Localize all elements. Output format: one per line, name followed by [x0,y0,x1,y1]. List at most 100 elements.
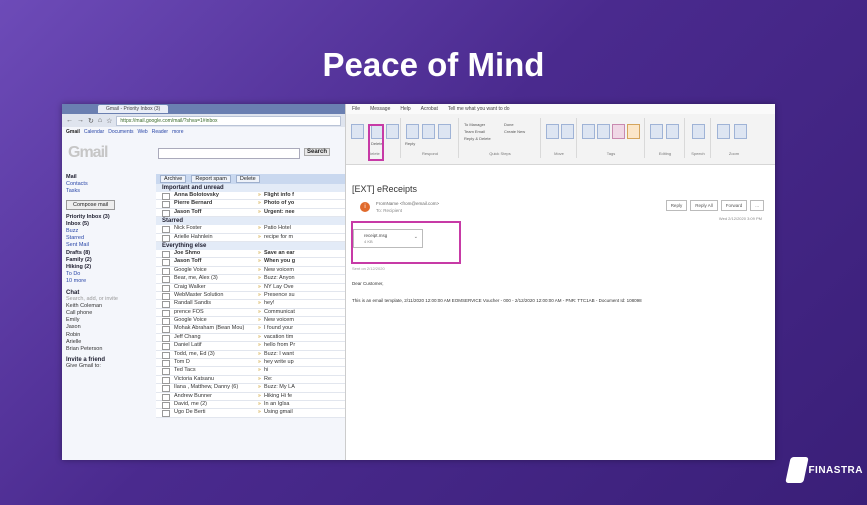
forward-button[interactable]: Forward [720,200,748,211]
message-row[interactable]: Victoria Katsanu» Re: [156,375,347,385]
chat-contact[interactable]: Emily [66,317,146,324]
star-icon[interactable]: ☆ [106,117,112,125]
folder-sent[interactable]: Sent Mail [66,242,146,249]
insights-icon[interactable] [734,124,747,139]
gmail-logo[interactable]: Gmail [68,144,108,162]
sidebar-item-tasks[interactable]: Tasks [66,188,146,195]
reply-icon[interactable] [406,124,419,139]
message-row[interactable]: Pierre Bernard» Photo of yo [156,200,347,209]
gmail-search-input[interactable] [158,148,300,159]
find-icon[interactable] [666,124,679,139]
message-row[interactable]: Craig Walker» NY Lay Ove [156,283,347,292]
menu-help[interactable]: Help [400,106,410,112]
row-checkbox[interactable] [162,393,170,401]
row-checkbox[interactable] [162,343,170,351]
message-row[interactable]: Bear, me, Alex (3)» Buzz: Anyon [156,275,347,284]
more-actions-button[interactable]: ... [750,200,764,211]
top-link-more[interactable]: more [172,129,183,135]
folder-buzz[interactable]: Buzz [66,228,146,235]
chat-contact[interactable]: Brian Peterson [66,346,146,353]
row-checkbox[interactable] [162,276,170,284]
row-checkbox[interactable] [162,267,170,275]
chat-contact[interactable]: Robin [66,332,146,339]
folder-drafts[interactable]: Drafts (8) [66,250,146,257]
menu-acrobat[interactable]: Acrobat [421,106,438,112]
message-row[interactable]: Tom D» hey write up [156,359,347,368]
row-checkbox[interactable] [162,284,170,292]
forward-icon[interactable] [438,124,451,139]
top-link-documents[interactable]: Documents [108,129,133,135]
sidebar-item-mail[interactable]: Mail [66,174,146,181]
row-checkbox[interactable] [162,401,170,409]
message-row[interactable]: Google Voice» New voicem [156,317,347,326]
message-row[interactable]: Andrew Bunner» Hiking Hi fe [156,392,347,401]
row-checkbox[interactable] [162,226,170,234]
message-row[interactable]: Jason Toff» Urgent: nee [156,208,347,218]
chat-contact[interactable]: Keith Coleman [66,303,146,310]
row-checkbox[interactable] [162,376,170,384]
message-row[interactable]: prence FOS» Communicat [156,308,347,318]
chat-search-input[interactable]: Search, add, or invite [66,296,146,303]
reload-icon[interactable]: ↻ [88,117,94,125]
message-row[interactable]: Todd, me, Ed (3)» Buzz: I want [156,350,347,360]
folder-priority-inbox[interactable]: Priority Inbox (3) [66,214,146,221]
row-checkbox[interactable] [162,234,170,242]
folder-inbox[interactable]: Inbox (5) [66,221,146,228]
report-spam-button[interactable]: Report spam [191,175,231,183]
section-starred[interactable]: Starred [156,217,347,226]
row-checkbox[interactable] [162,259,170,267]
archive-icon[interactable] [386,124,399,139]
chat-contact[interactable]: Arielle [66,339,146,346]
message-row[interactable]: Randall Sandis» hey! [156,300,347,309]
row-checkbox[interactable] [162,301,170,309]
message-row[interactable]: David, me (2)» In an Iglsa [156,400,347,410]
row-checkbox[interactable] [162,410,170,418]
message-row[interactable]: Ilana , Matthew, Danny (6)» Buzz: My LA [156,384,347,393]
message-row[interactable]: Mohak Abraham (Bean Mou)» I found your [156,325,347,334]
forward-arrow-icon[interactable]: → [77,117,84,124]
message-row[interactable]: WebMaster Solution» Presence su [156,291,347,301]
row-checkbox[interactable] [162,250,170,258]
move-icon[interactable] [546,124,559,139]
row-checkbox[interactable] [162,209,170,217]
zoom-icon[interactable] [717,124,730,139]
read-aloud-icon[interactable] [692,124,705,139]
back-arrow-icon[interactable]: ← [66,117,73,124]
folder-todo[interactable]: To Do [66,271,146,278]
quick-step[interactable]: Done [504,122,514,127]
tell-me-input[interactable]: Tell me what you want to do [448,106,510,112]
message-row[interactable]: Arielle Hahnlein» recipe for m [156,233,347,242]
row-checkbox[interactable] [162,385,170,393]
categorize-icon[interactable] [612,124,625,139]
message-row[interactable]: Daniel Latif» hello from Pr [156,342,347,351]
reply-all-icon[interactable] [422,124,435,139]
row-checkbox[interactable] [162,201,170,209]
browser-tab[interactable]: Gmail - Priority Inbox (3) [98,105,169,113]
folder-more[interactable]: 10 more [66,278,146,285]
row-checkbox[interactable] [162,368,170,376]
quick-step[interactable]: Team Email [464,129,485,134]
folder-hiking[interactable]: Hiking (2) [66,264,146,271]
translate-icon[interactable] [650,124,663,139]
mark-unread-icon[interactable] [597,124,610,139]
row-checkbox[interactable] [162,292,170,300]
row-checkbox[interactable] [162,309,170,317]
menu-message[interactable]: Message [370,106,390,112]
row-checkbox[interactable] [162,326,170,334]
delete-button[interactable]: Delete [235,175,260,183]
home-icon[interactable]: ⌂ [98,117,102,124]
quick-step[interactable]: Reply & Delete [464,136,491,141]
message-row[interactable]: Ted Tacs» hi [156,367,347,376]
section-important[interactable]: Important and unread [156,184,347,192]
top-link-calendar[interactable]: Calendar [84,129,104,135]
compose-mail-button[interactable]: Compose mail [66,199,116,210]
quick-step[interactable]: Create New [504,129,525,134]
message-row[interactable]: Nick Foster» Patio Hotel [156,225,347,234]
message-row[interactable]: Ugo De Berti» Using gmail [156,409,347,418]
ignore-icon[interactable] [351,124,364,139]
message-row[interactable]: Google Voice» New voicem [156,266,347,276]
top-link-gmail[interactable]: Gmail [66,129,80,135]
assign-policy-icon[interactable] [582,124,595,139]
quick-step[interactable]: To Manager [464,122,485,127]
row-checkbox[interactable] [162,351,170,359]
